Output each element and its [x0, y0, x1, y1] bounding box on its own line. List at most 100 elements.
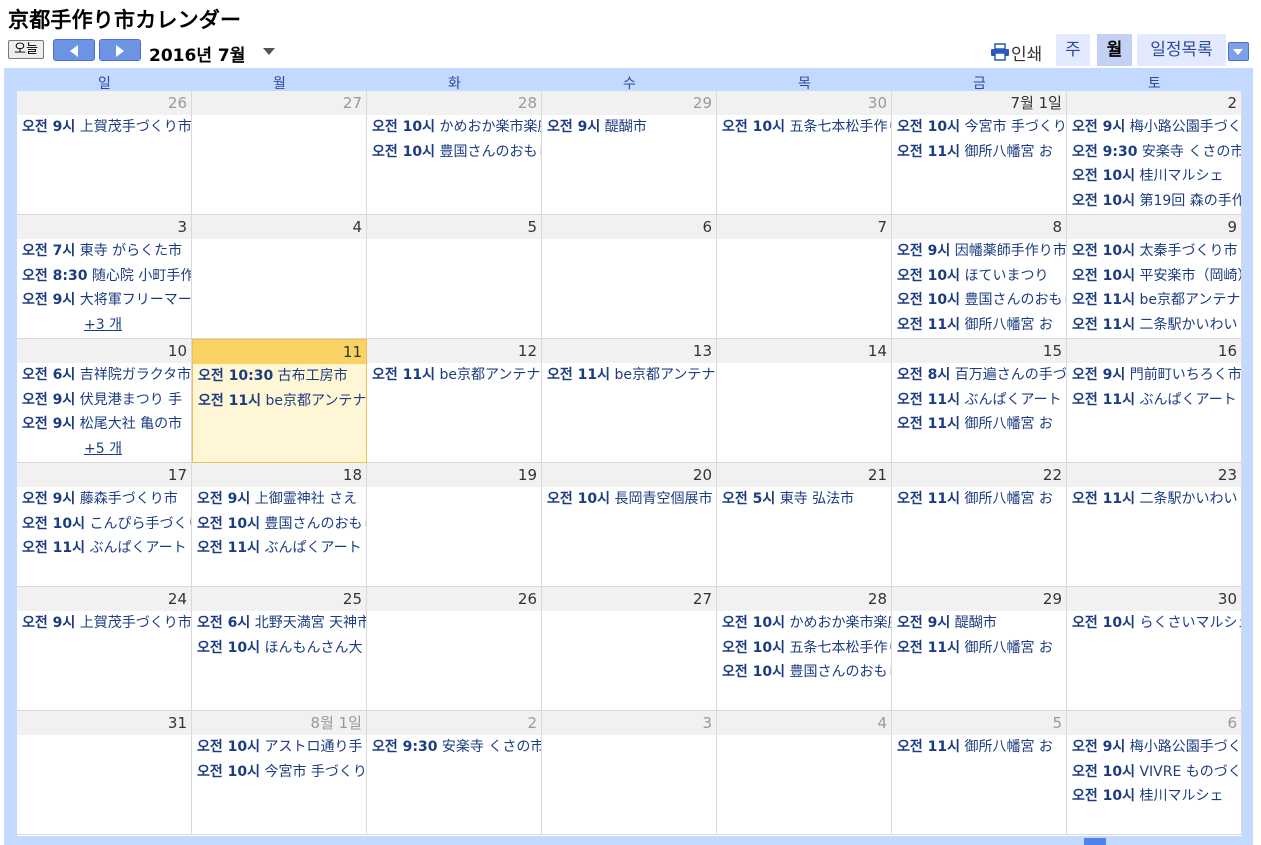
day-cell[interactable]: 21 오전 5시 東寺 弘法市 [717, 463, 892, 587]
event-chip[interactable]: 오전 10시 第19回 森の手作り市 [1067, 189, 1241, 214]
day-cell[interactable]: 18오전 9시 上御霊神社 さえ오전 10시 豊国さんのおもしろ市오전 11시 … [192, 463, 367, 587]
event-chip[interactable]: 오전 9시 醍醐市 [892, 611, 1066, 636]
day-cell[interactable]: 24 오전 9시 上賀茂手づくり市 [17, 587, 192, 711]
day-cell[interactable]: 30 오전 10시 らくさいマルシェ [1067, 587, 1242, 711]
more-events-link[interactable]: +3 개 [17, 313, 191, 337]
day-cell[interactable]: 7 [717, 215, 892, 339]
day-cell[interactable]: 5 오전 11시 御所八幡宮 お [892, 711, 1067, 835]
event-chip[interactable]: 오전 11시 be京都アンテナ [1067, 288, 1241, 313]
day-number[interactable]: 27 [192, 91, 366, 115]
event-chip[interactable]: 오전 10시 今宮市 手づくり市 [892, 115, 1066, 140]
event-chip[interactable]: 오전 9시 松尾大社 亀の市 [17, 412, 191, 437]
day-number[interactable]: 11 [193, 340, 366, 364]
event-chip[interactable]: 오전 10시 かめおか楽市楽座 [717, 611, 891, 636]
day-number[interactable]: 7월 1일 [892, 91, 1066, 115]
event-chip[interactable]: 오전 9시 大将軍フリーマーケット [17, 288, 191, 313]
day-cell[interactable]: 2 오전 9:30 安楽寺 くさの市 [367, 711, 542, 835]
day-number[interactable]: 15 [892, 339, 1066, 363]
day-number[interactable]: 13 [542, 339, 716, 363]
day-cell[interactable]: 8월 1일오전 10시 アストロ通り手오전 10시 今宮市 手づくり市 [192, 711, 367, 835]
day-number[interactable]: 24 [17, 587, 191, 611]
calendar-dropdown-button[interactable] [1228, 42, 1249, 61]
day-cell[interactable]: 12 오전 11시 be京都アンテナ [367, 339, 542, 463]
day-cell[interactable]: 25 오전 6시 北野天満宮 天神市 오전 10시 ほんもんさん大 [192, 587, 367, 711]
day-cell[interactable]: 27 [542, 587, 717, 711]
event-chip[interactable]: 오전 11시 二条駅かいわい [1067, 487, 1241, 512]
day-cell[interactable]: 17오전 9시 藤森手づくり市오전 10시 こんぴら手づくり市오전 11시 ぶん… [17, 463, 192, 587]
day-cell[interactable]: 14 [717, 339, 892, 463]
event-chip[interactable]: 오전 10시 かめおか楽市楽座 [367, 115, 541, 140]
day-cell[interactable]: 28오전 10시 かめおか楽市楽座오전 10시 豊国さんのおもしろ市 [367, 91, 542, 215]
event-chip[interactable]: 오전 11시 御所八幡宮 お [892, 735, 1066, 760]
event-chip[interactable]: 오전 9:30 安楽寺 くさの市 [1067, 140, 1241, 165]
event-chip[interactable]: 오전 10시 ほんもんさん大 [192, 636, 366, 661]
event-chip[interactable]: 오전 9시 伏見港まつり 手 [17, 388, 191, 413]
day-cell[interactable]: 29 오전 9시 醍醐市 [542, 91, 717, 215]
event-chip[interactable]: 오전 10시 豊国さんのおもしろ市 [192, 512, 366, 537]
day-cell[interactable]: 20 오전 10시 長岡青空個展市 [542, 463, 717, 587]
event-chip[interactable]: 오전 11시 be京都アンテナ [367, 363, 541, 388]
day-cell[interactable]: 27 [192, 91, 367, 215]
day-cell[interactable]: 5 [367, 215, 542, 339]
event-chip[interactable]: 오전 11시 二条駅かいわい [1067, 313, 1241, 338]
event-chip[interactable]: 오전 11시 ぶんぱくアート [192, 536, 366, 561]
day-cell[interactable]: 9 오전 10시 太秦手づくり市 오전 10시 平安楽市（岡崎） 오전 11시 be京… [1067, 215, 1242, 339]
event-chip[interactable]: 오전 9:30 安楽寺 くさの市 [367, 735, 541, 760]
event-chip[interactable]: 오전 5시 東寺 弘法市 [717, 487, 891, 512]
day-cell[interactable]: 3오전 7시 東寺 がらくた市오전 8:30 随心院 小町手作り市오전 9시 大… [17, 215, 192, 339]
event-chip[interactable]: 오전 10시 アストロ通り手 [192, 735, 366, 760]
day-number[interactable]: 23 [1067, 463, 1241, 487]
day-cell[interactable]: 4 [192, 215, 367, 339]
event-chip[interactable]: 오전 9시 上賀茂手づくり市 [17, 115, 191, 140]
day-cell-today[interactable]: 11 오전 10:30 古布工房市 오전 11시 be京都アンテナ [192, 339, 367, 463]
event-chip[interactable]: 오전 10시 豊国さんのおもしろ市 [367, 140, 541, 165]
day-number[interactable]: 14 [717, 339, 891, 363]
event-chip[interactable]: 오전 8:30 随心院 小町手作り市 [17, 264, 191, 289]
day-number[interactable]: 4 [192, 215, 366, 239]
event-chip[interactable]: 오전 11시 御所八幡宮 お [892, 313, 1066, 338]
day-cell[interactable]: 10 오전 6시 吉祥院ガラクタ市 오전 9시 伏見港まつり 手 오전 9시 松尾大社… [17, 339, 192, 463]
day-number[interactable]: 8 [892, 215, 1066, 239]
day-cell[interactable]: 6 [542, 215, 717, 339]
event-chip[interactable]: 오전 10시 豊国さんのおもしろ市 [717, 660, 891, 685]
day-number[interactable]: 18 [192, 463, 366, 487]
today-button[interactable]: 오늘 [8, 40, 44, 59]
day-cell[interactable]: 28오전 10시 かめおか楽市楽座오전 10시 五条七本松手作り市오전 10시 … [717, 587, 892, 711]
day-number[interactable]: 21 [717, 463, 891, 487]
day-number[interactable]: 10 [17, 339, 191, 363]
event-chip[interactable]: 오전 10시 こんぴら手づくり市 [17, 512, 191, 537]
event-chip[interactable]: 오전 10:30 古布工房市 [193, 364, 366, 389]
day-number[interactable]: 22 [892, 463, 1066, 487]
event-chip[interactable]: 오전 10시 平安楽市（岡崎） [1067, 264, 1241, 289]
event-chip[interactable]: 오전 11시 ぶんぱくアート [17, 536, 191, 561]
event-chip[interactable]: 오전 10시 五条七本松手作り市 [717, 115, 891, 140]
event-chip[interactable]: 오전 10시 太秦手づくり市 [1067, 239, 1241, 264]
day-cell[interactable]: 30오전 10시 五条七本松手作り市 [717, 91, 892, 215]
day-number[interactable]: 25 [192, 587, 366, 611]
event-chip[interactable]: 오전 9시 醍醐市 [542, 115, 716, 140]
tab-week[interactable]: 주 [1056, 34, 1090, 66]
event-chip[interactable]: 오전 10시 らくさいマルシェ [1067, 611, 1241, 636]
event-chip[interactable]: 오전 10시 今宮市 手づくり市 [192, 760, 366, 785]
event-chip[interactable]: 오전 6시 北野天満宮 天神市 [192, 611, 366, 636]
day-cell[interactable]: 29 오전 9시 醍醐市 오전 11시 御所八幡宮 お [892, 587, 1067, 711]
day-cell[interactable]: 15오전 8시 百万遍さんの手づくり市오전 11시 ぶんぱくアート오전 11시 … [892, 339, 1067, 463]
day-number[interactable]: 27 [542, 587, 716, 611]
event-chip[interactable]: 오전 9시 門前町いちろく市 [1067, 363, 1241, 388]
event-chip[interactable]: 오전 10시 五条七本松手作り市 [717, 636, 891, 661]
event-chip[interactable]: 오전 9시 上賀茂手づくり市 [17, 611, 191, 636]
event-chip[interactable]: 오전 8시 百万遍さんの手づくり市 [892, 363, 1066, 388]
day-number[interactable]: 7 [717, 215, 891, 239]
day-cell[interactable]: 19 [367, 463, 542, 587]
event-chip[interactable]: 오전 9시 梅小路公園手づくり市 [1067, 735, 1241, 760]
event-chip[interactable]: 오전 11시 ぶんぱくアート [892, 388, 1066, 413]
day-number[interactable]: 2 [367, 711, 541, 735]
day-cell[interactable]: 2오전 9시 梅小路公園手づくり市오전 9:30 安楽寺 くさの市오전 10시 … [1067, 91, 1242, 215]
event-chip[interactable]: 오전 9시 因幡薬師手作り市 [892, 239, 1066, 264]
event-chip[interactable]: 오전 11시 御所八幡宮 お [892, 636, 1066, 661]
day-cell[interactable]: 16 오전 9시 門前町いちろく市 오전 11시 ぶんぱくアート [1067, 339, 1242, 463]
day-number[interactable]: 3 [17, 215, 191, 239]
day-number[interactable]: 31 [17, 711, 191, 735]
day-number[interactable]: 5 [892, 711, 1066, 735]
day-cell[interactable]: 3 [542, 711, 717, 835]
